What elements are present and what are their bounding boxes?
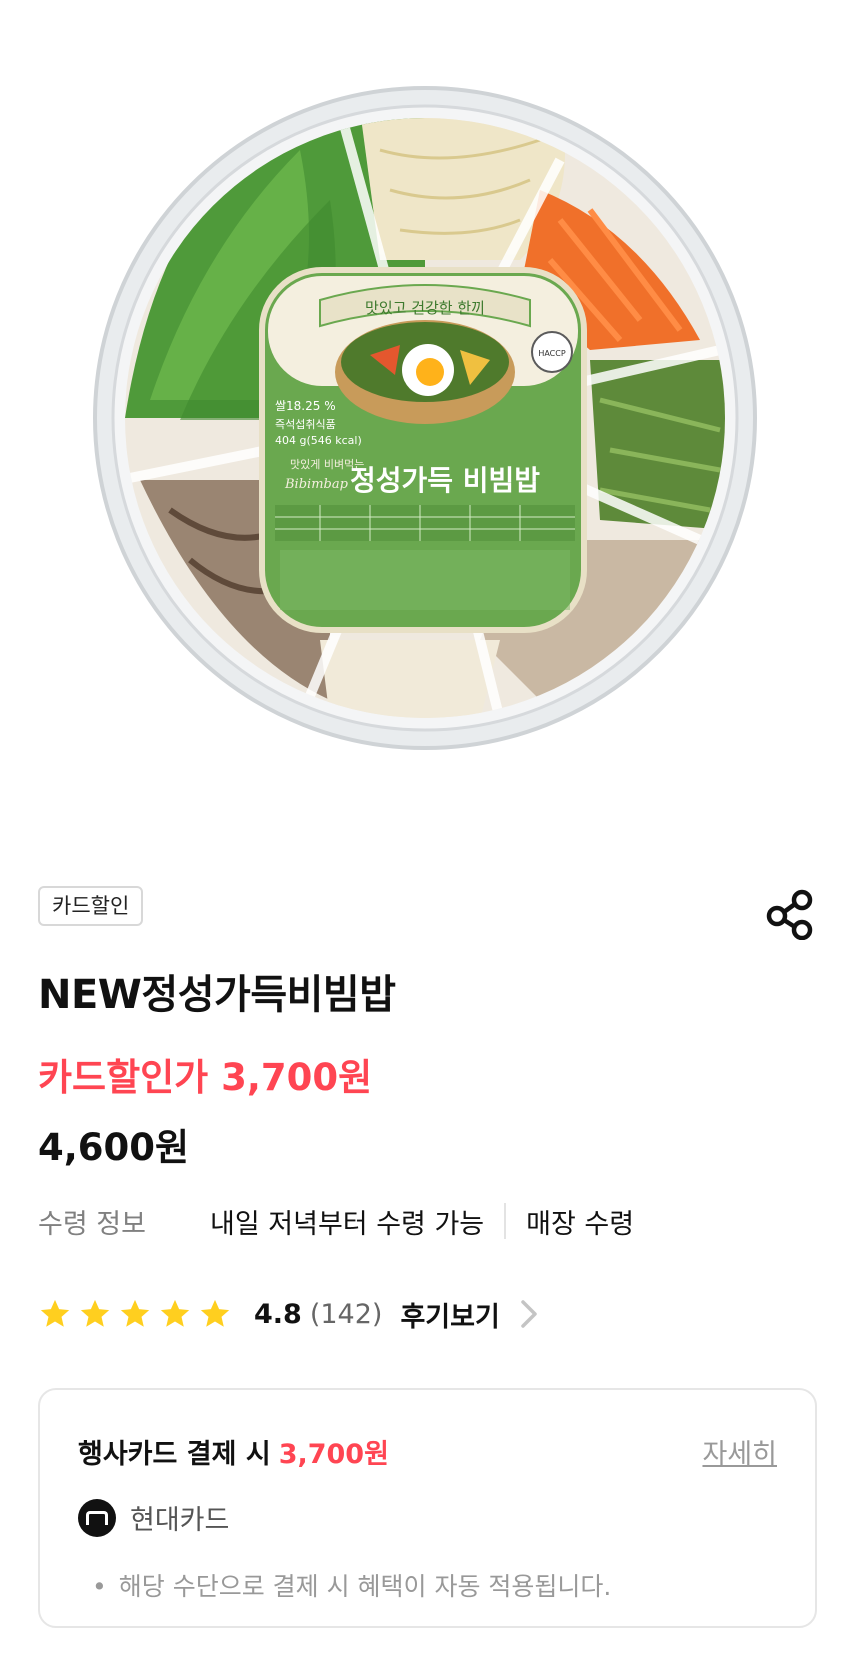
view-reviews-link[interactable]: 후기보기 [400,1295,499,1334]
bibimbap-container-illustration: 맛있고 건강한 한끼 HACCP 쌀18.25 % 즉석섭취식품 404 g(5… [93,86,757,750]
card-offer-title: 행사카드 결제 시 3,700원 [78,1432,389,1471]
label-weight: 404 g(546 kcal) [275,434,362,447]
pickup-label: 수령 정보 [38,1208,146,1240]
star-rating [38,1297,232,1331]
product-image: 맛있고 건강한 한끼 HACCP 쌀18.25 % 즉석섭취식품 404 g(5… [0,0,850,830]
card-offer-amount: 3,700원 [278,1439,389,1470]
star-icon [160,1299,190,1327]
haccp-mark: HACCP [538,349,566,358]
label-food-type: 즉석섭취식품 [275,418,336,431]
hyundai-card-logo [78,1498,116,1537]
review-count: (142) [309,1298,383,1330]
original-price: 4,600원 [38,1126,190,1169]
card-issuer: 현대카드 [78,1498,229,1537]
pickup-method: 매장 수령 [526,1208,635,1240]
pickup-info: 수령 정보 내일 저녁부터 수령 가능 매장 수령 [38,1201,634,1241]
card-offer-panel: 행사카드 결제 시 3,700원 자세히 현대카드 • 해당 수단으로 결제 시 혜… [38,1388,817,1628]
label-romanized: Bibimbap [284,477,349,492]
share-icon [766,889,813,941]
rating-score: 4.8 [254,1298,302,1330]
rating-row: 4.8 (142) 후기보기 [38,1292,540,1336]
card-discount-badge: 카드할인 [38,886,144,926]
card-sale-price: 카드할인가 3,700원 [38,1056,373,1099]
card-offer-note-text: 해당 수단으로 결제 시 혜택이 자동 적용됩니다. [118,1572,612,1601]
product-title: NEW정성가득비빔밥 [38,972,396,1018]
star-icon [40,1299,70,1327]
card-offer-label: 행사카드 결제 시 [78,1439,271,1470]
details-link[interactable]: 자세히 [702,1432,777,1471]
share-button[interactable] [764,888,816,941]
chevron-right-icon[interactable] [518,1297,540,1331]
card-offer-note: • 해당 수단으로 결제 시 혜택이 자동 적용됩니다. [92,1567,611,1603]
label-tagline: 맛있고 건강한 한끼 [365,299,485,317]
divider [504,1203,507,1239]
label-brand-name: 정성가득 비빔밥 [350,464,540,497]
star-icon [200,1299,230,1327]
pickup-time: 내일 저녁부터 수령 가능 [210,1208,485,1240]
label-rice-pct: 쌀18.25 % [275,399,336,413]
bullet: • [92,1572,107,1601]
star-icon [80,1299,110,1327]
star-icon [120,1299,150,1327]
card-issuer-name: 현대카드 [130,1505,230,1536]
